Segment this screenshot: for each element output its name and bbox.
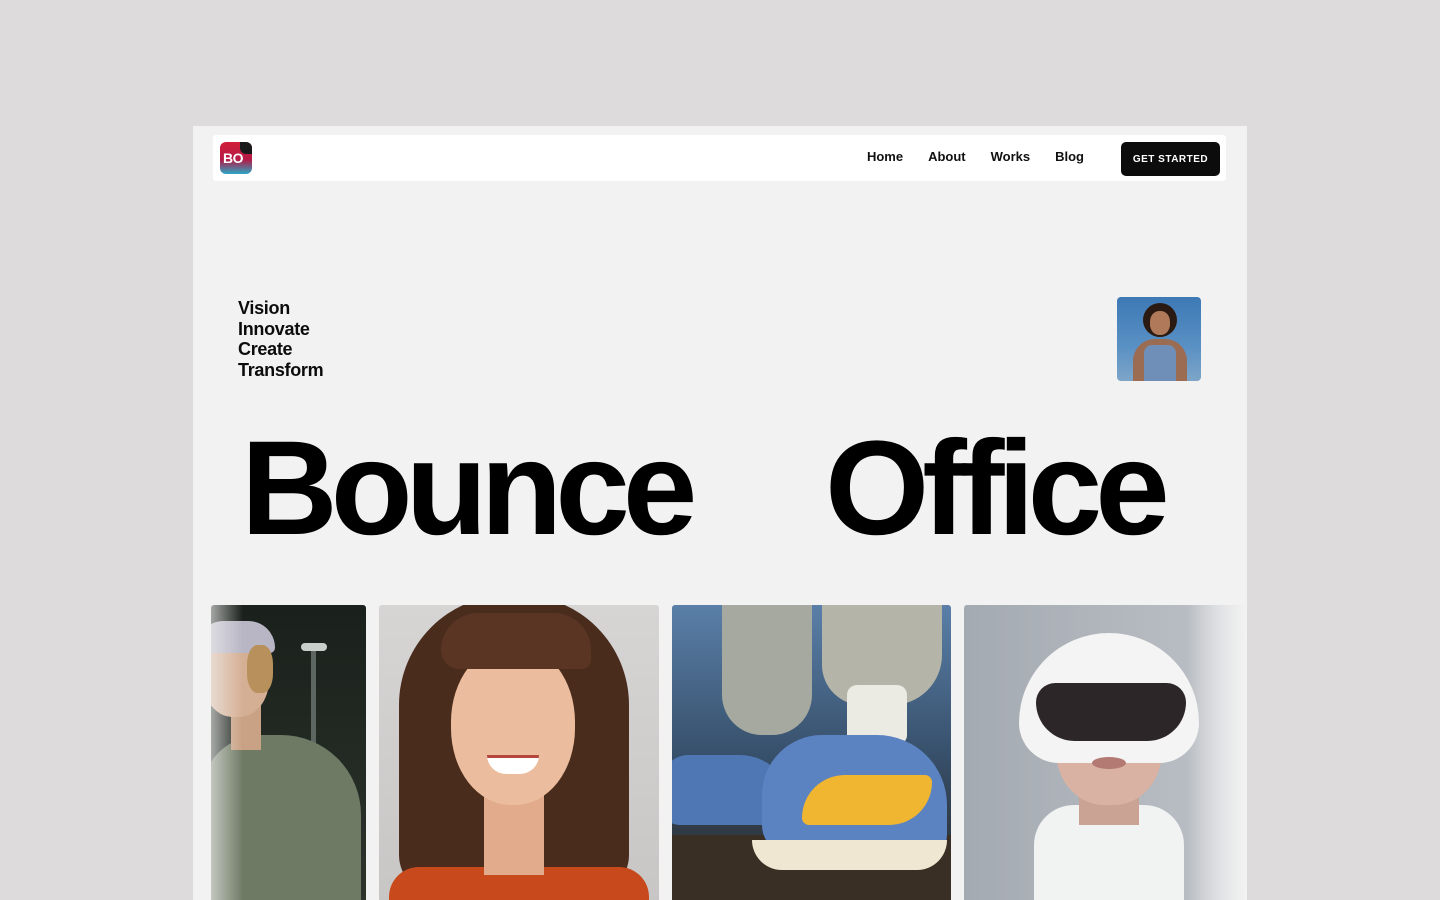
sole (752, 840, 947, 870)
brand-logo[interactable]: BO (220, 142, 252, 174)
nav-link-blog[interactable]: Blog (1055, 149, 1084, 164)
hair (247, 645, 273, 693)
nav-links: Home About Works Blog (867, 149, 1084, 164)
nav-link-home[interactable]: Home (867, 149, 903, 164)
face (451, 645, 575, 805)
brand-logo-text: BO (223, 150, 244, 166)
site-preview-frame: BO Home About Works Blog GET STARTED Vis… (193, 126, 1247, 900)
nav-link-about[interactable]: About (928, 149, 966, 164)
gallery-card-smiling-woman[interactable] (379, 605, 659, 900)
hair-front (441, 613, 591, 669)
jeans-left (722, 605, 812, 735)
hero-title-word-office: Office (825, 414, 1170, 563)
lips (1092, 757, 1126, 769)
thumbnail-top (1144, 345, 1176, 381)
hero-title-word-bounce: Bounce (241, 414, 697, 563)
gallery-card-sneakers[interactable] (672, 605, 951, 900)
street-light-head (301, 643, 327, 651)
thumbnail-face (1150, 311, 1170, 335)
gallery-fade-right (1187, 605, 1247, 900)
portrait-thumbnail[interactable] (1117, 297, 1201, 381)
get-started-button[interactable]: GET STARTED (1121, 142, 1220, 176)
gallery-fade-left (193, 605, 243, 900)
tagline-item: Create (238, 339, 293, 359)
visor (1036, 683, 1186, 741)
image-gallery (193, 605, 1247, 900)
tagline-item: Vision (238, 298, 290, 318)
tagline-list: Vision Innovate Create Transform (238, 298, 324, 380)
tagline-item: Innovate (238, 318, 310, 339)
tagline-item: Transform (238, 359, 324, 380)
nav-link-works[interactable]: Works (991, 149, 1031, 164)
swoosh (802, 775, 932, 825)
navbar: BO Home About Works Blog GET STARTED (213, 135, 1226, 181)
